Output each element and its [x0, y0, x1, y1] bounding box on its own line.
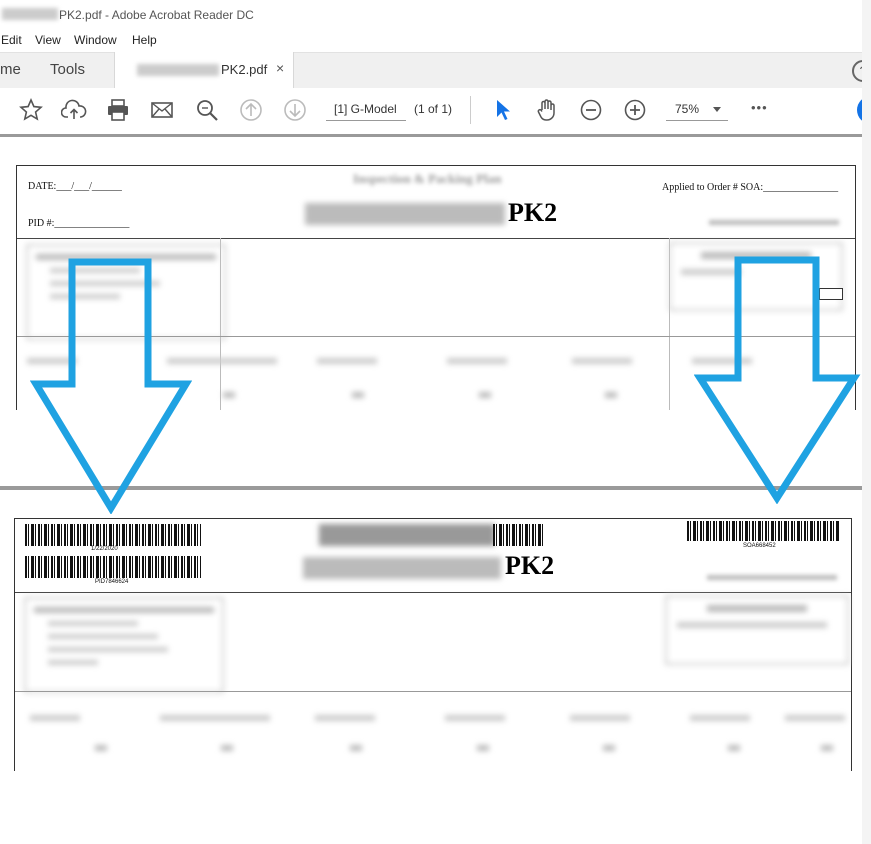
zoom-out-icon[interactable]	[578, 97, 604, 123]
tab-bar: me Tools PK2.pdf × ?	[0, 52, 871, 90]
printer-icon[interactable]	[105, 97, 131, 123]
date-field: DATE:___/___/______	[28, 181, 122, 192]
redacted-filename	[2, 8, 58, 20]
barcode-center	[493, 524, 545, 546]
blurred-left-box-bottom	[24, 597, 224, 693]
annotation-arrow-left-icon	[30, 258, 192, 514]
viewer-top-border	[0, 134, 862, 137]
redacted-company-name-bottom	[303, 557, 501, 579]
document-title-top: PK2	[508, 198, 558, 227]
menu-edit[interactable]: Edit	[1, 33, 22, 47]
tab-home[interactable]: me	[0, 61, 21, 78]
more-tools-icon[interactable]: •••	[751, 100, 768, 115]
hand-icon[interactable]	[534, 97, 560, 123]
right-edge-strip	[862, 0, 871, 844]
blurred-right-box-bottom	[665, 595, 849, 665]
annotation-arrow-right-icon	[694, 256, 861, 504]
blurred-row-values-bottom	[25, 745, 845, 753]
window-title: PK2.pdf - Adobe Acrobat Reader DC	[59, 8, 254, 22]
chevron-down-icon	[713, 107, 721, 112]
barcode-soa	[687, 521, 839, 541]
menu-view[interactable]: View	[35, 33, 61, 47]
zoom-in-icon[interactable]	[622, 97, 648, 123]
barcode-date-text: 1/22/2020	[91, 546, 118, 552]
table-top-rule	[17, 238, 855, 239]
page-down-icon[interactable]	[282, 97, 308, 123]
page-count: (1 of 1)	[414, 102, 453, 116]
blurred-small-line-bottom	[707, 575, 837, 580]
page-up-icon[interactable]	[238, 97, 264, 123]
toolbar-divider	[470, 96, 471, 124]
star-icon[interactable]	[18, 97, 44, 123]
document-title-bottom: PK2	[505, 551, 555, 580]
table-top-rule-bottom	[15, 592, 851, 593]
redacted-company-name-top	[305, 203, 505, 225]
page-label: [1] G-Model	[334, 102, 397, 116]
cloud-upload-icon[interactable]	[61, 97, 87, 123]
redacted-doc-name	[137, 64, 219, 76]
tab-document[interactable]: PK2.pdf ×	[114, 52, 294, 89]
blurred-small-line	[709, 220, 839, 225]
document-heading: Inspection & Packing Plan	[353, 171, 502, 186]
menu-window[interactable]: Window	[74, 33, 117, 47]
document-page-bottom: 1/22/2020 PID7846624 PK2 SOA668452	[14, 518, 852, 771]
blurred-column-headers-bottom	[25, 715, 845, 723]
table-mid-rule-bottom	[15, 691, 851, 692]
barcode-soa-text: SOA668452	[743, 543, 776, 549]
pid-field: PID #:_______________	[28, 218, 130, 229]
page-number-box[interactable]: [1] G-Model	[326, 98, 406, 121]
mail-icon[interactable]	[149, 97, 175, 123]
zoom-select[interactable]: 75%	[666, 98, 728, 121]
barcode-pid-text: PID7846624	[95, 579, 129, 585]
menu-bar: Edit View Window Help	[0, 30, 862, 52]
applied-order-field: Applied to Order # SOA:_______________	[662, 182, 839, 193]
barcode-pid	[25, 556, 201, 578]
barcode-date	[25, 524, 201, 546]
select-cursor-icon[interactable]	[490, 97, 516, 123]
zoom-search-icon[interactable]	[194, 97, 220, 123]
tab-tools[interactable]: Tools	[50, 61, 85, 78]
toolbar: [1] G-Model (1 of 1) 75% •••	[0, 88, 871, 134]
tab-close-icon[interactable]: ×	[276, 60, 284, 76]
menu-help[interactable]: Help	[132, 33, 157, 47]
title-bar: PK2.pdf - Adobe Acrobat Reader DC	[0, 0, 862, 30]
zoom-value: 75%	[675, 102, 700, 116]
tab-document-label: PK2.pdf	[221, 62, 268, 77]
redacted-center-barcode	[319, 524, 495, 546]
